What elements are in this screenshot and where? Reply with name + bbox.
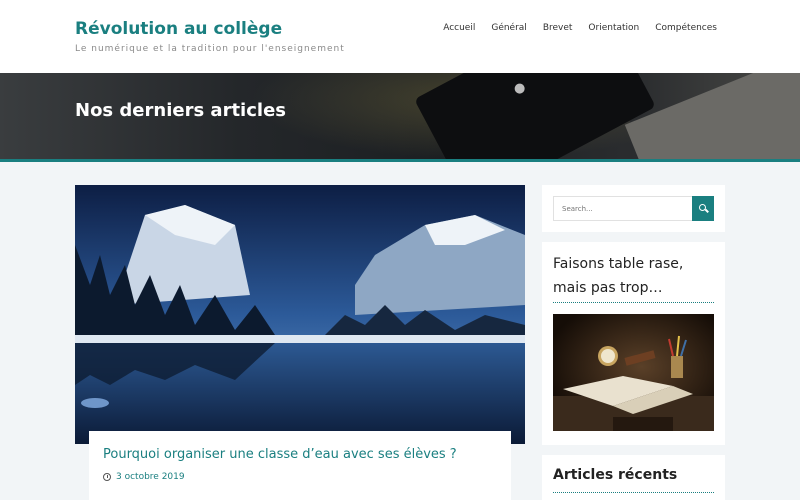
post-title-link[interactable]: Pourquoi organiser une classe d’eau avec…: [103, 447, 457, 462]
page-title: Nos derniers articles: [75, 100, 286, 121]
desk-still-life-image: [553, 314, 714, 431]
post-date: 3 octobre 2019: [103, 472, 185, 482]
post-card: Pourquoi organiser une classe d’eau avec…: [89, 431, 511, 500]
banner-divider: [0, 159, 800, 162]
featured-title[interactable]: Faisons table rase, mais pas trop…: [553, 252, 718, 300]
post-featured-image[interactable]: [75, 185, 525, 444]
banner-paper-image: [624, 73, 800, 160]
apple-logo-icon: ●: [514, 81, 526, 96]
clock-icon: [103, 473, 111, 481]
featured-widget: Faisons table rase, mais pas trop…: [542, 242, 725, 445]
mountain-lake-image: [75, 185, 525, 444]
site-description: Le numérique et la tradition pour l'ense…: [75, 44, 345, 54]
recent-articles-widget: Articles récents: [542, 455, 725, 500]
featured-image[interactable]: [553, 314, 714, 431]
nav-item-brevet[interactable]: Brevet: [543, 23, 573, 33]
recent-articles-title: Articles récents: [553, 467, 678, 483]
search-widget: [542, 185, 725, 232]
nav-item-accueil[interactable]: Accueil: [443, 23, 475, 33]
search-button[interactable]: [692, 196, 714, 221]
nav-item-orientation[interactable]: Orientation: [588, 23, 639, 33]
site-header: Révolution au collège Le numérique et la…: [0, 0, 800, 73]
site-title[interactable]: Révolution au collège: [75, 19, 282, 39]
search-input[interactable]: [553, 196, 693, 221]
nav-item-competences[interactable]: Compétences: [655, 23, 717, 33]
featured-divider: [553, 302, 714, 303]
main-nav: Accueil Général Brevet Orientation Compé…: [443, 23, 717, 33]
recent-divider: [553, 492, 714, 493]
nav-item-general[interactable]: Général: [491, 23, 526, 33]
post-date-link[interactable]: 3 octobre 2019: [116, 472, 185, 482]
search-icon: [699, 204, 706, 211]
